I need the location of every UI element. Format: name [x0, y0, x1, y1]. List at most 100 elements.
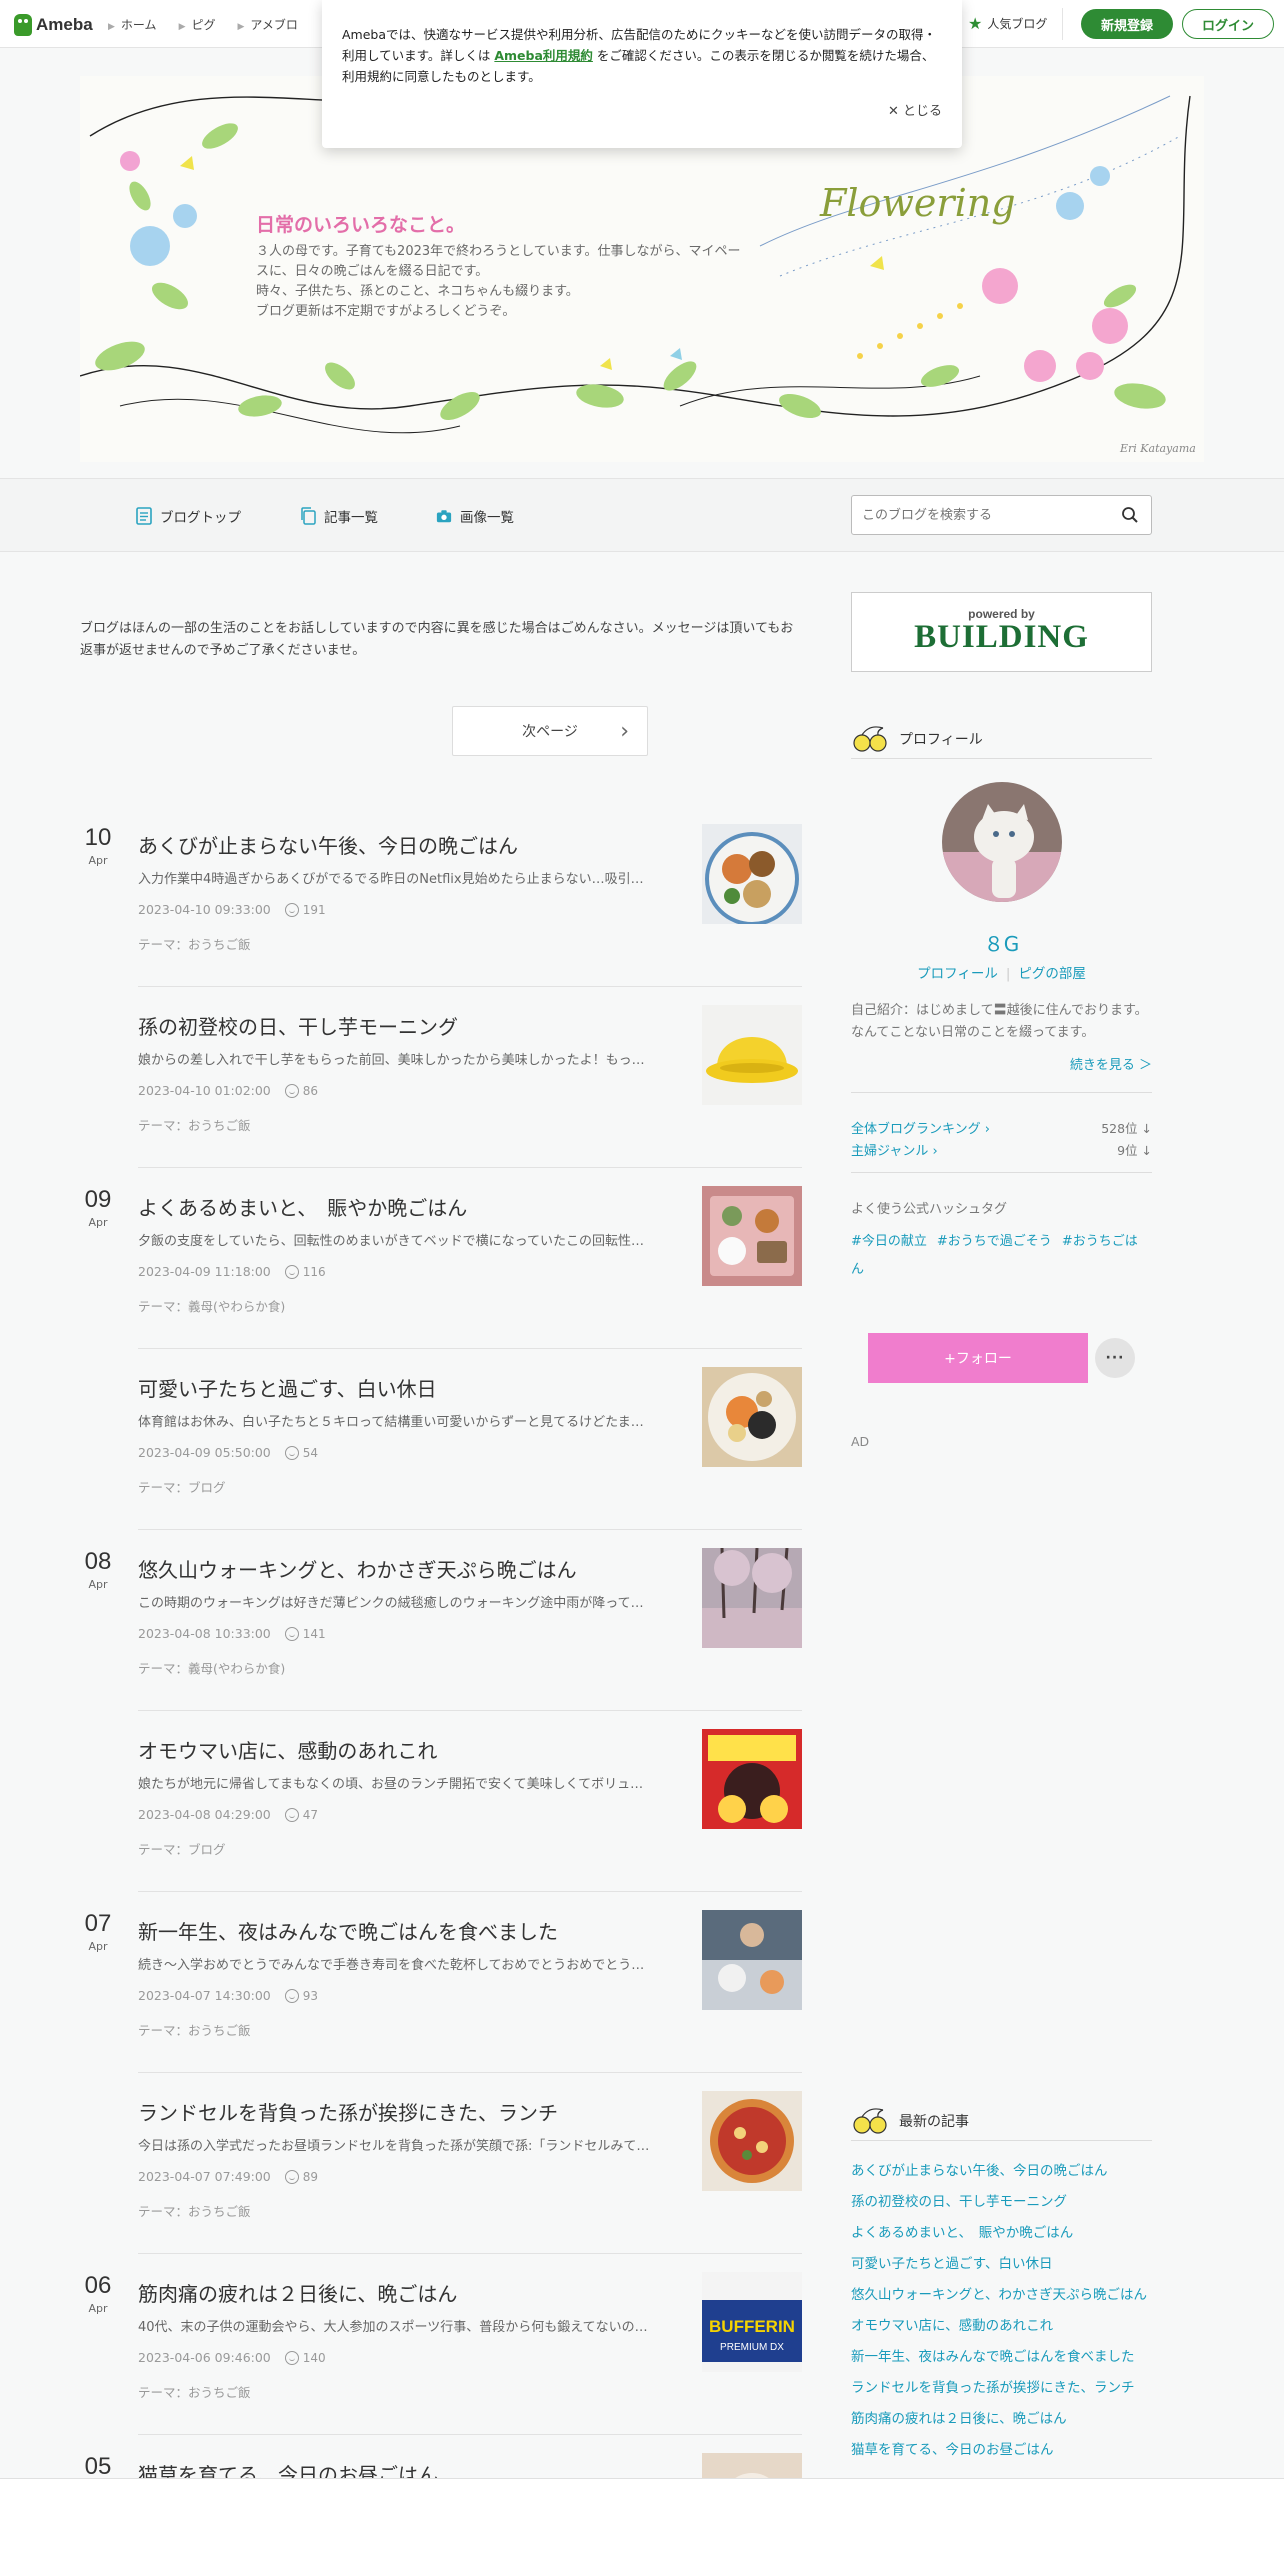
article-item[interactable]: 08 Apr 悠久山ウォーキングと、わかさぎ天ぷら晩ごはん この時期のウォーキン…: [80, 1530, 802, 1711]
article-item[interactable]: オモウマい店に、感動のあれこれ 娘たちが地元に帰省してまもなくの頃、お昼のランチ…: [80, 1711, 802, 1892]
article-date: 2023-04-09 11:18:00: [138, 1264, 271, 1279]
article-thumbnail[interactable]: [702, 1910, 802, 2010]
recent-article-link[interactable]: 孫の初登校の日、干し芋モーニング: [851, 2187, 1152, 2218]
article-item[interactable]: 可愛い子たちと過ごす、白い休日 体育館はお休み、白い子たちと５キロって結構重い可…: [80, 1349, 802, 1530]
smile-icon: [284, 1083, 299, 1098]
more-options-button[interactable]: ···: [1095, 1338, 1135, 1378]
article-thumbnail[interactable]: [702, 1367, 802, 1467]
article-item[interactable]: 06 Apr 筋肉痛の疲れは２日後に、晩ごはん 40代、末の子供の運動会やら、大…: [80, 2254, 802, 2435]
pigg-room-link[interactable]: ピグの部屋: [1018, 966, 1086, 982]
smile-icon: [284, 2350, 299, 2365]
article-title[interactable]: 新一年生、夜はみんなで晩ごはんを食べました: [138, 1916, 678, 1945]
blog-description: ３人の母です。子育ても2023年で終わろうとしています。仕事しながら、マイペース…: [256, 244, 741, 319]
profile-name[interactable]: ８G: [851, 928, 1152, 957]
article-theme[interactable]: テーマ：おうちご飯: [138, 2382, 251, 2401]
smile-icon: [284, 1807, 299, 1822]
article-thumbnail[interactable]: [702, 1729, 802, 1829]
article-theme[interactable]: テーマ：おうちご飯: [138, 934, 251, 953]
article-thumbnail[interactable]: [702, 2091, 802, 2191]
search-input[interactable]: [862, 505, 1112, 525]
recent-article-link[interactable]: 可愛い子たちと過ごす、白い休日: [851, 2249, 1152, 2280]
genre-ranking-link[interactable]: 主婦ジャンル ›: [851, 1144, 938, 1159]
login-button[interactable]: ログイン: [1182, 9, 1274, 39]
camera-icon: [436, 510, 452, 523]
article-thumbnail[interactable]: [702, 1548, 802, 1648]
hashtag-link[interactable]: #おうちで過ごそう: [937, 1234, 1052, 1249]
genre-ranking: 主婦ジャンル › 9位 ↓: [851, 1140, 1152, 1159]
article-thumbnail[interactable]: [702, 1186, 802, 1286]
article-thumbnail[interactable]: [702, 824, 802, 924]
recent-article-link[interactable]: 悠久山ウォーキングと、わかさぎ天ぷら晩ごはん: [851, 2280, 1152, 2311]
image-list-link[interactable]: 画像一覧: [436, 506, 514, 526]
recent-article-link[interactable]: オモウマい店に、感動のあれこれ: [851, 2311, 1152, 2342]
recent-article-link[interactable]: よくあるめまいと、 賑やか晩ごはん: [851, 2218, 1152, 2249]
smile-icon: [284, 1445, 299, 1460]
signup-button[interactable]: 新規登録: [1081, 9, 1173, 39]
read-more-link[interactable]: 続きを見る ＞: [851, 1054, 1152, 1073]
date-month: Apr: [88, 1216, 108, 1229]
article-title[interactable]: あくびが止まらない午後、今日の晩ごはん: [138, 830, 678, 859]
article-excerpt: 入力作業中4時過ぎからあくびがでるでる昨日のNetflix見始めたら止まらない……: [138, 872, 644, 887]
overall-ranking-link[interactable]: 全体ブログランキング ›: [851, 1122, 990, 1137]
likes-count: 54: [284, 1445, 318, 1460]
nav-pigg[interactable]: ▶ ピグ: [179, 16, 216, 33]
article-title[interactable]: 孫の初登校の日、干し芋モーニング: [138, 1011, 678, 1040]
nav-ameblo[interactable]: ▶ アメブロ: [238, 16, 298, 33]
avatar[interactable]: [942, 782, 1062, 902]
profile-link[interactable]: プロフィール: [917, 966, 998, 982]
blog-title[interactable]: 日常のいろいろなこと。: [256, 210, 465, 237]
article-theme[interactable]: テーマ：おうちご飯: [138, 2201, 251, 2220]
article-theme[interactable]: テーマ：義母(やわらか食): [138, 1296, 285, 1315]
date-month: Apr: [88, 1578, 108, 1591]
article-item[interactable]: 10 Apr あくびが止まらない午後、今日の晩ごはん 入力作業中4時過ぎからあく…: [80, 806, 802, 987]
popular-blog-link[interactable]: ★ 人気ブログ: [968, 15, 1047, 32]
article-item[interactable]: 孫の初登校の日、干し芋モーニング 娘からの差し入れで干し芋をもらった前回、美味し…: [80, 987, 802, 1168]
article-date: 2023-04-09 05:50:00: [138, 1445, 271, 1460]
recent-article-link[interactable]: 新一年生、夜はみんなで晩ごはんを食べました: [851, 2342, 1152, 2373]
article-title[interactable]: オモウマい店に、感動のあれこれ: [138, 1735, 678, 1764]
terms-link[interactable]: Ameba利用規約: [494, 48, 593, 63]
recent-article-link[interactable]: あくびが止まらない午後、今日の晩ごはん: [851, 2156, 1152, 2187]
article-title[interactable]: 筋肉痛の疲れは２日後に、晩ごはん: [138, 2278, 678, 2307]
article-thumbnail[interactable]: [702, 1005, 802, 1105]
date-month: Apr: [88, 1940, 108, 1953]
article-thumbnail[interactable]: BUFFERIN PREMIUM DX: [702, 2272, 802, 2372]
likes-count: 89: [284, 2169, 318, 2184]
article-item[interactable]: ランドセルを背負った孫が挨拶にきた、ランチ 今日は孫の入学式だったお昼頃ランドセ…: [80, 2073, 802, 2254]
article-title[interactable]: ランドセルを背負った孫が挨拶にきた、ランチ: [138, 2097, 678, 2126]
article-theme[interactable]: テーマ：ブログ: [138, 1477, 226, 1496]
recent-article-link[interactable]: 猫草を育てる、今日のお昼ごはん: [851, 2435, 1152, 2466]
date-day: 06: [84, 2272, 112, 2299]
article-title[interactable]: よくあるめまいと、 賑やか晩ごはん: [138, 1192, 678, 1221]
article-theme[interactable]: テーマ：おうちご飯: [138, 1115, 251, 1134]
article-title[interactable]: 悠久山ウォーキングと、わかさぎ天ぷら晩ごはん: [138, 1554, 678, 1583]
article-theme[interactable]: テーマ：ブログ: [138, 1839, 226, 1858]
likes-count: 141: [284, 1626, 326, 1641]
article-title[interactable]: 可愛い子たちと過ごす、白い休日: [138, 1373, 678, 1402]
article-item[interactable]: 09 Apr よくあるめまいと、 賑やか晩ごはん 夕飯の支度をしていたら、回転性…: [80, 1168, 802, 1349]
article-excerpt: 体育館はお休み、白い子たちと５キロって結構重い可愛いからずーと見てるけどたま…: [138, 1415, 644, 1430]
article-meta: 2023-04-08 04:29:00 47: [138, 1807, 318, 1822]
smile-icon: [284, 1988, 299, 2003]
cookie-close-button[interactable]: ✕ とじる: [888, 100, 942, 119]
powered-by-building-banner[interactable]: powered by BUILDING: [851, 592, 1152, 672]
nav-home[interactable]: ▶ ホーム: [108, 16, 157, 33]
blog-top-link[interactable]: ブログトップ: [136, 506, 241, 526]
ameba-logo[interactable]: Ameba: [14, 13, 93, 37]
search-icon[interactable]: [1121, 506, 1139, 524]
follow-button[interactable]: +フォロー: [868, 1333, 1088, 1383]
hashtag-link[interactable]: #今日の献立: [851, 1234, 927, 1249]
recent-article-link[interactable]: 筋肉痛の疲れは２日後に、晩ごはん: [851, 2404, 1152, 2435]
divider: [1062, 8, 1063, 40]
ranking-value: 9位 ↓: [1117, 1143, 1152, 1158]
article-list-link[interactable]: 記事一覧: [300, 506, 378, 526]
article-theme[interactable]: テーマ：義母(やわらか食): [138, 1658, 285, 1677]
article-theme[interactable]: テーマ：おうちご飯: [138, 2020, 251, 2039]
next-page-button[interactable]: 次ページ ›: [452, 706, 648, 756]
recent-article-link[interactable]: ランドセルを背負った孫が挨拶にきた、ランチ: [851, 2373, 1152, 2404]
blog-notice: ブログはほんの一部の生活のことをお話ししていますので内容に異を感じた場合はごめん…: [80, 621, 794, 658]
overall-ranking: 全体ブログランキング › 528位 ↓: [851, 1118, 1152, 1137]
article-meta: 2023-04-09 11:18:00 116: [138, 1264, 326, 1279]
article-item[interactable]: 07 Apr 新一年生、夜はみんなで晩ごはんを食べました 続き～入学おめでとうで…: [80, 1892, 802, 2073]
article-date: 2023-04-10 09:33:00: [138, 902, 271, 917]
